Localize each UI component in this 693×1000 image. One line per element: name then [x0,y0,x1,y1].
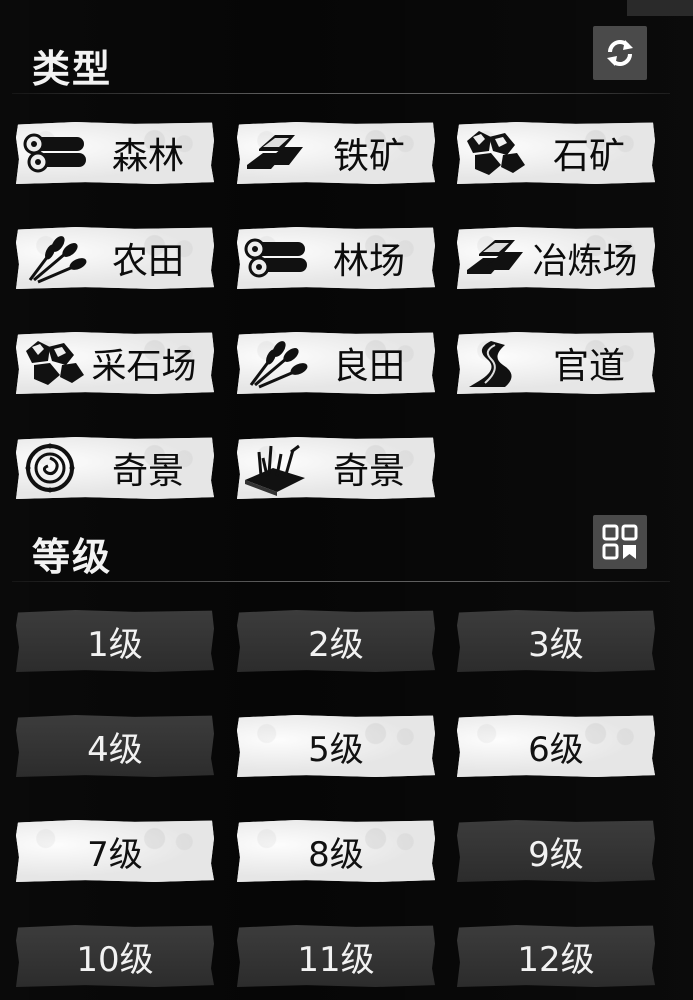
swirl-emblem-icon [25,443,75,493]
level-tile-2[interactable]: 2级 [237,610,435,672]
type-tile-label: 奇景 [332,451,405,492]
type-tile-label: 农田 [111,241,184,282]
refresh-icon [607,40,633,66]
level-tile-label: 10级 [76,939,154,980]
type-tile-label: 冶炼场 [532,241,638,282]
type-tile-wonder-2[interactable]: 奇景 [237,437,435,499]
level-tile-11[interactable]: 11级 [237,925,435,987]
level-tile-12[interactable]: 12级 [457,925,655,987]
level-tile-3[interactable]: 3级 [457,610,655,672]
level-tile-label: 6级 [528,729,584,770]
level-tile-label: 3级 [528,624,584,665]
wheat-icon [28,236,87,284]
wheat-icon [249,341,308,389]
type-tile-iron-mine[interactable]: 铁矿 [237,122,435,184]
type-tile-quarry[interactable]: 采石场 [16,332,214,394]
level-tile-7[interactable]: 7级 [16,820,214,882]
type-tile-smelter[interactable]: 冶炼场 [457,227,655,289]
type-tile-label: 铁矿 [332,136,405,177]
type-tile-label: 良田 [332,346,405,387]
grid-view-button[interactable] [593,515,647,569]
type-tile-label: 奇景 [111,451,184,492]
ingots-icon [247,135,303,169]
type-tile-stone-mine[interactable]: 石矿 [457,122,655,184]
type-tile-label: 采石场 [91,346,197,387]
top-notch [627,0,693,16]
type-divider [12,93,670,94]
logs-icon [23,133,86,173]
level-tile-label: 12级 [517,939,595,980]
level-tile-8[interactable]: 8级 [237,820,435,882]
refresh-button[interactable] [593,26,647,80]
type-tile-wonder-1[interactable]: 奇景 [16,437,214,499]
level-tile-label: 1级 [87,624,143,665]
level-tile-9[interactable]: 9级 [457,820,655,882]
level-tile-label: 4级 [87,729,143,770]
level-tile-1[interactable]: 1级 [16,610,214,672]
level-tile-label: 8级 [308,834,364,875]
grid-view-icon [602,524,638,560]
level-tile-label: 5级 [308,729,364,770]
type-tile-label: 官道 [552,346,625,387]
type-tile-label: 森林 [111,136,184,177]
level-tile-10[interactable]: 10级 [16,925,214,987]
level-tile-label: 9级 [528,834,584,875]
type-tile-farmland[interactable]: 农田 [16,227,214,289]
level-tile-5[interactable]: 5级 [237,715,435,777]
filter-panel: 类型 森林 铁矿 石矿 农田 林场 冶炼场 采石场 良田 官道 奇景 奇景 等级… [0,0,693,1000]
road-icon [469,341,512,387]
level-tile-label: 2级 [308,624,364,665]
type-tile-lumber-yard[interactable]: 林场 [237,227,435,289]
type-tile-official-road[interactable]: 官道 [457,332,655,394]
stones-icon [467,131,525,175]
type-tile-forest[interactable]: 森林 [16,122,214,184]
level-divider [12,581,670,582]
level-tile-label: 11级 [297,939,375,980]
type-tile-fertile-field[interactable]: 良田 [237,332,435,394]
level-tile-4[interactable]: 4级 [16,715,214,777]
grass-plot-icon [245,444,305,496]
level-tile-6[interactable]: 6级 [457,715,655,777]
level-section-title: 等级 [32,535,113,579]
level-tile-label: 7级 [87,834,143,875]
type-section-title: 类型 [32,47,113,91]
logs-icon [244,238,307,278]
type-tile-label: 石矿 [552,136,625,177]
type-tile-label: 林场 [332,241,405,282]
